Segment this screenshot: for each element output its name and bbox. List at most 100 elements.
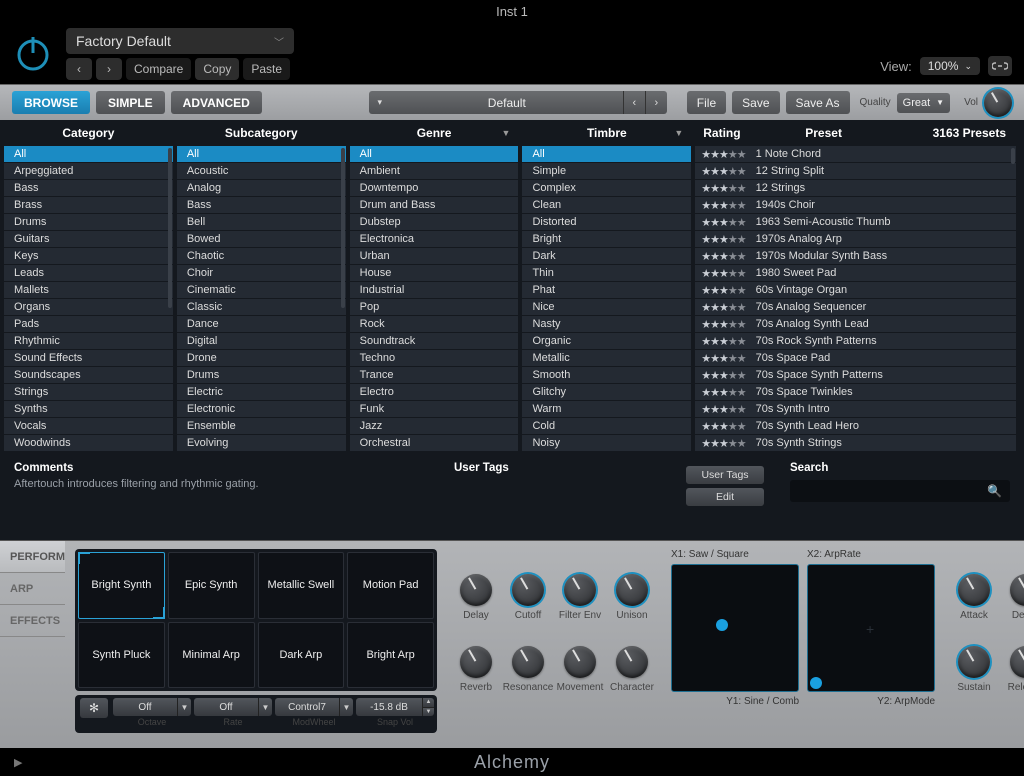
preset-row[interactable]: ★★★★★12 Strings [695,180,1016,197]
category-item[interactable]: Guitars [4,231,173,248]
genre-item[interactable]: Orchestral [350,435,519,452]
category-item[interactable]: Woodwinds [4,435,173,452]
genre-item[interactable]: Soundtrack [350,333,519,350]
genre-item[interactable]: Dubstep [350,214,519,231]
rating-stars[interactable]: ★★★★★ [701,182,745,195]
prev-button[interactable]: ‹ [66,58,92,80]
genre-item[interactable]: Industrial [350,282,519,299]
timbre-item[interactable]: Glitchy [522,384,691,401]
category-item[interactable]: Mallets [4,282,173,299]
rating-stars[interactable]: ★★★★★ [701,386,745,399]
timbre-item[interactable]: Clean [522,197,691,214]
xy-pad-2[interactable]: + [807,564,935,692]
genre-item[interactable]: Pop [350,299,519,316]
genre-item[interactable]: Electro [350,384,519,401]
rating-stars[interactable]: ★★★★★ [701,420,745,433]
chevron-down-icon[interactable]: ▼ [674,128,683,138]
rating-stars[interactable]: ★★★★★ [701,437,745,450]
save-button[interactable]: Save [732,91,779,114]
resonance-knob[interactable] [512,646,544,678]
simple-tab[interactable]: SIMPLE [96,91,165,114]
chevron-down-icon[interactable]: ▼ [502,128,511,138]
rating-stars[interactable]: ★★★★★ [701,301,745,314]
preset-row[interactable]: ★★★★★70s Space Pad [695,350,1016,367]
cutoff-knob[interactable] [512,574,544,606]
play-icon[interactable]: ▶ [14,756,23,769]
preset-row[interactable]: ★★★★★1980 Sweet Pad [695,265,1016,282]
rating-stars[interactable]: ★★★★★ [701,318,745,331]
rating-stars[interactable]: ★★★★★ [701,335,745,348]
timbre-item[interactable]: Noisy [522,435,691,452]
category-item[interactable]: Arpeggiated [4,163,173,180]
preset-row[interactable]: ★★★★★12 String Split [695,163,1016,180]
sustain-knob[interactable] [958,646,990,678]
timbre-item[interactable]: Thin [522,265,691,282]
preset-row[interactable]: ★★★★★1963 Semi-Acoustic Thumb [695,214,1016,231]
performance-pad[interactable]: Synth Pluck [78,622,165,689]
genre-item[interactable]: Drum and Bass [350,197,519,214]
performance-pad[interactable]: Bright Arp [347,622,434,689]
genre-item[interactable]: Electronica [350,231,519,248]
genre-item[interactable]: Trance [350,367,519,384]
power-button[interactable] [8,28,58,78]
character-knob[interactable] [616,646,648,678]
timbre-item[interactable]: Nice [522,299,691,316]
subcategory-item[interactable]: Drums [177,367,346,384]
link-icon[interactable] [988,56,1012,76]
preset-row[interactable]: ★★★★★1970s Modular Synth Bass [695,248,1016,265]
category-item[interactable]: Brass [4,197,173,214]
perform-tab-effects[interactable]: EFFECTS [0,605,65,637]
subcategory-item[interactable]: Classic [177,299,346,316]
rate-dropdown[interactable]: Off▼ [194,698,272,716]
compare-button[interactable]: Compare [126,58,191,80]
save-as-button[interactable]: Save As [786,91,850,114]
genre-item[interactable]: Downtempo [350,180,519,197]
rating-stars[interactable]: ★★★★★ [701,148,745,161]
timbre-item[interactable]: Metallic [522,350,691,367]
preset-row[interactable]: ★★★★★70s Synth Strings [695,435,1016,452]
rating-stars[interactable]: ★★★★★ [701,284,745,297]
perform-tab-arp[interactable]: ARP [0,573,65,605]
preset-row[interactable]: ★★★★★70s Space Synth Patterns [695,367,1016,384]
performance-pad[interactable]: Epic Synth [168,552,255,619]
subcategory-item[interactable]: Bowed [177,231,346,248]
timbre-item[interactable]: Smooth [522,367,691,384]
genre-item[interactable]: Urban [350,248,519,265]
rating-stars[interactable]: ★★★★★ [701,403,745,416]
rating-stars[interactable]: ★★★★★ [701,233,745,246]
genre-item[interactable]: Ambient [350,163,519,180]
copy-button[interactable]: Copy [195,58,239,80]
category-item[interactable]: Rhythmic [4,333,173,350]
timbre-item[interactable]: Warm [522,401,691,418]
timbre-item[interactable]: Distorted [522,214,691,231]
subcategory-item[interactable]: Electric [177,384,346,401]
preset-row[interactable]: ★★★★★60s Vintage Organ [695,282,1016,299]
rating-stars[interactable]: ★★★★★ [701,369,745,382]
preset-row[interactable]: ★★★★★70s Space Twinkles [695,384,1016,401]
preset-row[interactable]: ★★★★★70s Synth Lead Hero [695,418,1016,435]
preset-row[interactable]: ★★★★★1970s Analog Arp [695,231,1016,248]
octave-dropdown[interactable]: Off▼ [113,698,191,716]
subcategory-item[interactable]: All [177,146,346,163]
performance-pad[interactable]: Bright Synth [78,552,165,619]
reverb-knob[interactable] [460,646,492,678]
subcategory-item[interactable]: Analog [177,180,346,197]
preset-row[interactable]: ★★★★★70s Synth Intro [695,401,1016,418]
rating-stars[interactable]: ★★★★★ [701,352,745,365]
subcategory-item[interactable]: Drone [177,350,346,367]
category-item[interactable]: Keys [4,248,173,265]
preset-row[interactable]: ★★★★★70s Analog Sequencer [695,299,1016,316]
genre-item[interactable]: Funk [350,401,519,418]
category-item[interactable]: Synths [4,401,173,418]
category-item[interactable]: Bass [4,180,173,197]
quality-dropdown[interactable]: Great▼ [897,93,950,113]
category-item[interactable]: Sound Effects [4,350,173,367]
file-button[interactable]: File [687,91,726,114]
next-button[interactable]: › [96,58,122,80]
volume-knob[interactable] [984,89,1012,117]
performance-pad[interactable]: Dark Arp [258,622,345,689]
timbre-item[interactable]: Bright [522,231,691,248]
timbre-item[interactable]: Phat [522,282,691,299]
view-zoom-dropdown[interactable]: 100%⌄ [920,57,980,75]
timbre-item[interactable]: Simple [522,163,691,180]
